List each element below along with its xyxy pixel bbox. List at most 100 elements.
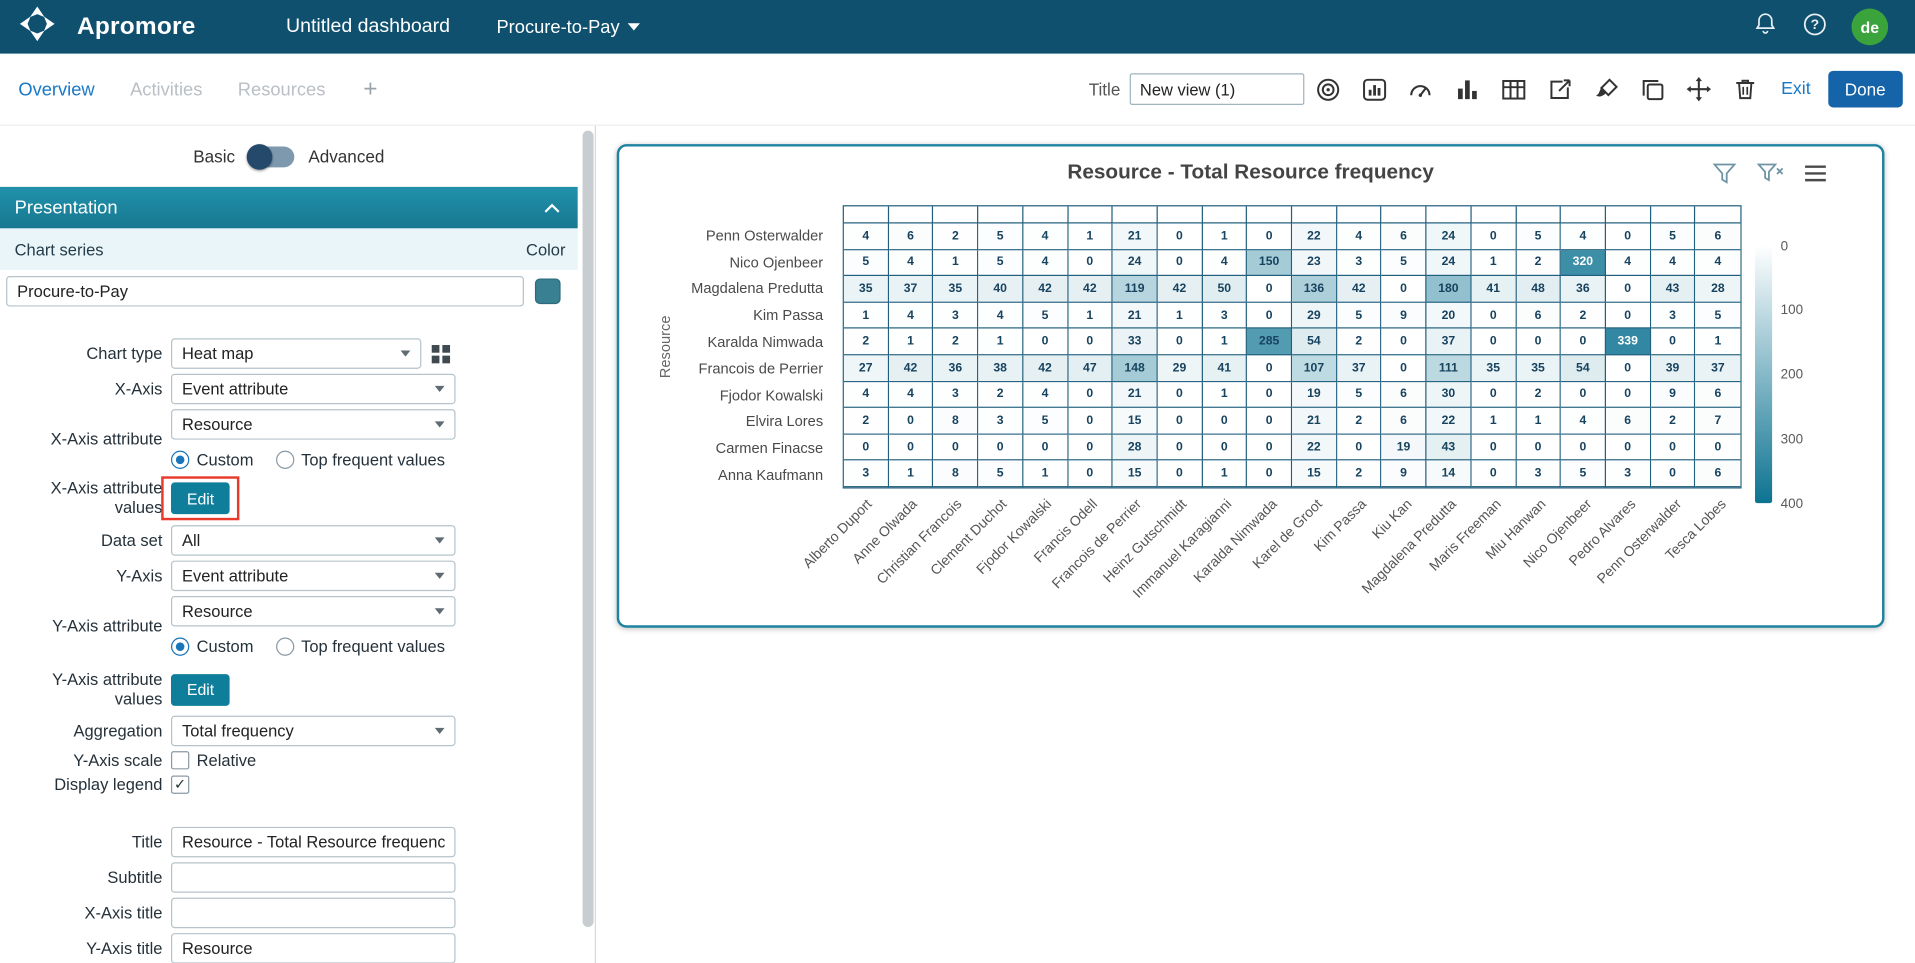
series-color-swatch[interactable] <box>535 278 561 304</box>
heatmap-cell[interactable]: 0 <box>1247 408 1292 434</box>
heatmap-cell[interactable]: 1 <box>978 329 1023 355</box>
chart-type-select[interactable]: Heat map <box>171 338 421 369</box>
heatmap-cell[interactable]: 1 <box>889 329 934 355</box>
heatmap-cell[interactable]: 0 <box>1651 435 1696 461</box>
display-legend-checkbox[interactable] <box>171 775 189 793</box>
heatmap-cell[interactable]: 6 <box>1696 382 1741 408</box>
heatmap-cell[interactable]: 0 <box>1068 329 1113 355</box>
heatmap-cell[interactable]: 4 <box>1696 250 1741 276</box>
export-icon[interactable] <box>1537 71 1583 108</box>
heatmap-cell[interactable]: 36 <box>1561 276 1606 302</box>
heatmap-cell[interactable]: 36 <box>934 355 979 381</box>
heatmap-cell[interactable]: 4 <box>978 303 1023 329</box>
heatmap-cell[interactable]: 2 <box>844 408 889 434</box>
title-input[interactable] <box>171 827 456 858</box>
heatmap-cell[interactable]: 4 <box>1202 250 1247 276</box>
view-title-input[interactable] <box>1130 73 1305 105</box>
heatmap-cell[interactable]: 29 <box>1292 303 1337 329</box>
heatmap-cell[interactable]: 0 <box>1382 276 1427 302</box>
heatmap-cell[interactable]: 0 <box>1471 303 1516 329</box>
heatmap-cell[interactable]: 0 <box>1606 382 1651 408</box>
heatmap-cell[interactable]: 0 <box>1516 329 1561 355</box>
heatmap-cell[interactable]: 5 <box>844 250 889 276</box>
heatmap-cell[interactable]: 1 <box>1471 250 1516 276</box>
heatmap-cell[interactable]: 6 <box>1696 461 1741 487</box>
heatmap-cell[interactable]: 180 <box>1427 276 1472 302</box>
heatmap-cell[interactable]: 0 <box>1202 408 1247 434</box>
tab-resources[interactable]: Resources <box>238 79 326 100</box>
x-axis-attribute-select[interactable]: Resource <box>171 409 456 440</box>
filter-clear-icon[interactable] <box>1756 161 1785 192</box>
heatmap-cell[interactable]: 2 <box>1651 408 1696 434</box>
heatmap-cell[interactable]: 47 <box>1068 355 1113 381</box>
heatmap-cell[interactable]: 0 <box>1471 461 1516 487</box>
heatmap-cell[interactable]: 0 <box>1471 329 1516 355</box>
heatmap-cell[interactable]: 27 <box>844 355 889 381</box>
help-icon[interactable]: ? <box>1801 10 1828 43</box>
heatmap-cell[interactable]: 0 <box>1158 408 1203 434</box>
heatmap-cell[interactable]: 1 <box>1696 329 1741 355</box>
heatmap-cell[interactable]: 43 <box>1427 435 1472 461</box>
heatmap-cell[interactable]: 28 <box>1113 435 1158 461</box>
sidebar-scrollbar[interactable] <box>583 131 594 927</box>
x-top-frequent-radio[interactable] <box>275 451 293 469</box>
delete-icon[interactable] <box>1722 71 1768 108</box>
heatmap-cell[interactable]: 0 <box>1561 435 1606 461</box>
heatmap-cell[interactable]: 5 <box>1382 250 1427 276</box>
heatmap-cell[interactable]: 2 <box>1337 329 1382 355</box>
heatmap-cell[interactable]: 4 <box>1651 250 1696 276</box>
heatmap-cell[interactable]: 37 <box>1337 355 1382 381</box>
heatmap-cell[interactable]: 4 <box>1023 382 1068 408</box>
heatmap-cell[interactable]: 5 <box>1023 408 1068 434</box>
heatmap-cell[interactable]: 15 <box>1113 461 1158 487</box>
subtitle-input[interactable] <box>171 862 456 893</box>
heatmap-cell[interactable]: 1 <box>1158 303 1203 329</box>
heatmap-cell[interactable]: 41 <box>1471 276 1516 302</box>
heatmap-cell[interactable]: 50 <box>1202 276 1247 302</box>
heatmap-cell[interactable]: 0 <box>1471 435 1516 461</box>
heatmap-cell[interactable]: 1 <box>1023 461 1068 487</box>
heatmap-cell[interactable]: 4 <box>1337 223 1382 249</box>
heatmap-cell[interactable]: 0 <box>1606 355 1651 381</box>
heatmap-cell[interactable]: 1 <box>1202 461 1247 487</box>
notifications-bell-icon[interactable] <box>1753 11 1779 43</box>
heatmap-cell[interactable]: 21 <box>1113 303 1158 329</box>
data-set-select[interactable]: All <box>171 525 456 556</box>
heatmap-cell[interactable]: 339 <box>1606 329 1651 355</box>
heatmap-cell[interactable]: 38 <box>978 355 1023 381</box>
y-axis-select[interactable]: Event attribute <box>171 561 456 592</box>
heatmap-cell[interactable]: 2 <box>1337 408 1382 434</box>
heatmap-cell[interactable]: 19 <box>1292 382 1337 408</box>
heatmap-cell[interactable]: 285 <box>1247 329 1292 355</box>
heatmap-cell[interactable]: 4 <box>1606 250 1651 276</box>
heatmap-cell[interactable]: 0 <box>1023 435 1068 461</box>
aggregation-select[interactable]: Total frequency <box>171 716 456 747</box>
chart-widget[interactable]: Resource - Total Resource frequency Reso… <box>617 144 1885 628</box>
heatmap-cell[interactable]: 3 <box>1516 461 1561 487</box>
heatmap-cell[interactable]: 21 <box>1113 223 1158 249</box>
heatmap-cell[interactable]: 54 <box>1292 329 1337 355</box>
heatmap-cell[interactable]: 0 <box>1068 461 1113 487</box>
chart-type-grid-icon[interactable] <box>430 343 452 365</box>
heatmap-cell[interactable]: 35 <box>934 276 979 302</box>
heatmap-cell[interactable]: 1 <box>889 461 934 487</box>
heatmap-cell[interactable]: 148 <box>1113 355 1158 381</box>
heatmap-cell[interactable]: 0 <box>1651 461 1696 487</box>
heatmap-cell[interactable]: 0 <box>1247 223 1292 249</box>
heatmap-cell[interactable]: 40 <box>978 276 1023 302</box>
radial-chart-icon[interactable] <box>1305 71 1351 108</box>
heatmap-cell[interactable]: 15 <box>1292 461 1337 487</box>
y-axis-attribute-select[interactable]: Resource <box>171 596 456 627</box>
heatmap-cell[interactable]: 0 <box>1068 250 1113 276</box>
log-selector-dropdown[interactable]: Procure-to-Pay <box>496 16 640 37</box>
heatmap-cell[interactable]: 136 <box>1292 276 1337 302</box>
heatmap-cell[interactable]: 7 <box>1696 408 1741 434</box>
column-chart-icon[interactable] <box>1444 71 1490 108</box>
heatmap-cell[interactable]: 29 <box>1158 355 1203 381</box>
heatmap-cell[interactable]: 3 <box>1651 303 1696 329</box>
heatmap-cell[interactable]: 9 <box>1651 382 1696 408</box>
tab-activities[interactable]: Activities <box>130 79 202 100</box>
heatmap-cell[interactable]: 30 <box>1427 382 1472 408</box>
heatmap-cell[interactable]: 3 <box>1337 250 1382 276</box>
pivot-table-icon[interactable] <box>1490 71 1536 108</box>
